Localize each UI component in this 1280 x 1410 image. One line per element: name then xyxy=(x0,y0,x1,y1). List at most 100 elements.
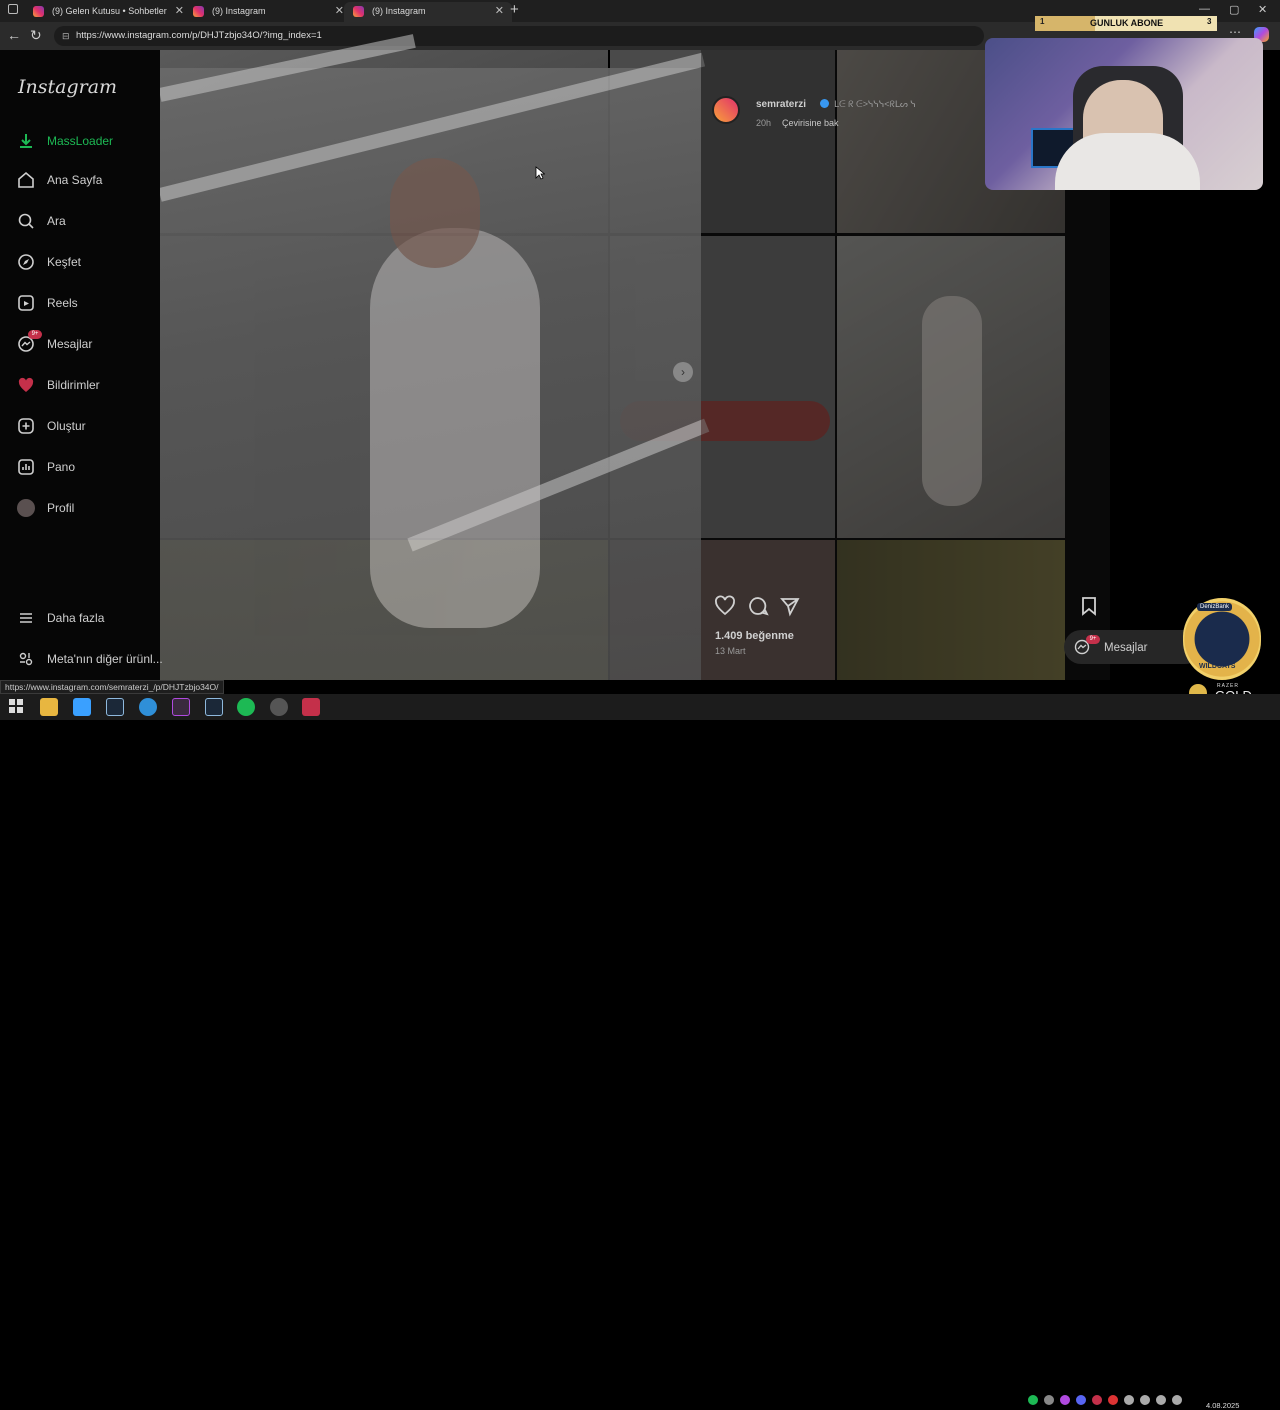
sidebar-item-messages[interactable]: 9+ Mesajlar xyxy=(16,330,156,356)
reels-icon xyxy=(18,295,34,311)
file-explorer-icon[interactable] xyxy=(40,698,58,716)
steam-icon[interactable] xyxy=(106,698,124,716)
tab-instagram-1[interactable]: (9) Instagram ✕ xyxy=(184,2,352,22)
author-username[interactable]: semraterzi xyxy=(756,99,806,110)
save-icon[interactable] xyxy=(1078,595,1100,617)
tab-gelen-kutusu[interactable]: (9) Gelen Kutusu • Sohbetler ✕ xyxy=(24,2,192,22)
close-tab-icon[interactable]: ✕ xyxy=(175,2,184,20)
sidebar-item-dashboard[interactable]: Pano xyxy=(16,455,156,479)
app-icon[interactable] xyxy=(302,698,320,716)
instagram-logo[interactable]: Instagram xyxy=(18,76,117,98)
reload-button[interactable]: ↻ xyxy=(30,27,42,44)
sidebar-item-label: Pano xyxy=(47,460,76,474)
instagram-favicon-icon xyxy=(353,6,364,17)
author-avatar[interactable] xyxy=(712,96,740,124)
sidebar-item-massloader[interactable]: MassLoader xyxy=(16,129,156,153)
sidebar-item-create[interactable]: Oluştur xyxy=(16,414,156,438)
app-icon[interactable] xyxy=(172,698,190,716)
tray-icon[interactable] xyxy=(1140,1395,1150,1405)
sidebar-item-label: MassLoader xyxy=(47,134,114,148)
back-button[interactable]: ← xyxy=(7,27,21,43)
sidebar-item-label: Meta'nın diğer ürünl... xyxy=(47,652,163,666)
post-time: 20h xyxy=(756,118,772,128)
sponsor-bank-label: DenizBank xyxy=(1197,603,1233,611)
spotify-icon[interactable] xyxy=(237,698,255,716)
steam-icon[interactable] xyxy=(205,698,223,716)
next-image-button[interactable]: › xyxy=(673,362,693,382)
start-icon[interactable] xyxy=(8,698,26,716)
tray-icon[interactable] xyxy=(1060,1395,1070,1405)
spotify-tray-icon[interactable] xyxy=(1028,1395,1038,1405)
sidebar-item-notifications[interactable]: Bildirimler xyxy=(16,373,156,397)
close-tab-icon[interactable]: ✕ xyxy=(335,2,344,20)
subscriber-goal-target: 3 xyxy=(1207,17,1212,26)
sidebar-item-search[interactable]: Ara xyxy=(16,209,156,233)
close-window-button[interactable]: ✕ xyxy=(1258,3,1267,16)
messages-badge: 9+ xyxy=(28,330,42,339)
tray-icon[interactable] xyxy=(1124,1395,1134,1405)
translate-link[interactable]: Çevirisine bak xyxy=(782,118,839,128)
post-image[interactable] xyxy=(158,34,710,680)
tab-actions-icon[interactable] xyxy=(8,4,18,14)
share-icon[interactable] xyxy=(779,595,801,617)
taskbar-date[interactable]: 4.08.2025 xyxy=(1206,1401,1239,1410)
volume-icon[interactable] xyxy=(1172,1395,1182,1405)
network-icon[interactable] xyxy=(1156,1395,1166,1405)
new-tab-button[interactable]: + xyxy=(510,1,519,18)
tray-icon[interactable] xyxy=(1044,1395,1054,1405)
sidebar-item-label: Bildirimler xyxy=(47,378,100,392)
post-date: 13 Mart xyxy=(715,646,746,656)
sidebar-item-home[interactable]: Ana Sayfa xyxy=(16,168,156,192)
instagram-favicon-icon xyxy=(33,6,44,17)
photo-subject xyxy=(370,228,540,628)
tray-icon[interactable] xyxy=(1108,1395,1118,1405)
subscriber-goal-current: 1 xyxy=(1040,17,1045,26)
webcam-shirt xyxy=(1055,133,1200,190)
menu-icon xyxy=(20,613,32,623)
like-count[interactable]: 1.409 beğenme xyxy=(715,630,794,642)
messages-pill-label: Mesajlar xyxy=(1104,642,1148,654)
verified-icon xyxy=(820,99,829,108)
sidebar-item-label: Mesajlar xyxy=(47,337,93,351)
sidebar-item-label: Oluştur xyxy=(47,419,86,433)
sidebar-more[interactable]: Daha fazla xyxy=(16,606,156,630)
download-icon xyxy=(20,134,32,148)
obs-icon[interactable] xyxy=(270,698,288,716)
url-text: https://www.instagram.com/p/DHJTzbjo34O/… xyxy=(76,30,322,41)
sidebar-item-label: Ara xyxy=(47,214,66,228)
maximize-button[interactable]: ▢ xyxy=(1229,3,1239,16)
like-icon[interactable] xyxy=(714,595,736,617)
discord-tray-icon[interactable] xyxy=(1076,1395,1086,1405)
cursor-icon xyxy=(535,166,545,180)
tab-label: (9) Instagram xyxy=(212,6,266,16)
compass-icon xyxy=(18,254,34,270)
search-icon xyxy=(18,213,34,229)
heart-icon xyxy=(18,377,34,392)
sidebar-meta-products[interactable]: Meta'nın diğer ürünl... xyxy=(16,647,166,671)
sidebar-item-label: Keşfet xyxy=(47,255,82,269)
taskbar: 4.08.2025 xyxy=(0,694,1280,1410)
tab-label: (9) Gelen Kutusu • Sohbetler xyxy=(52,6,167,16)
browser-menu-icon[interactable]: ⋯ xyxy=(1229,25,1241,39)
photo-subject-head xyxy=(390,158,480,268)
chart-icon xyxy=(18,459,34,475)
sidebar-item-label: Reels xyxy=(47,296,78,310)
comment-icon[interactable] xyxy=(747,595,769,617)
webcam-overlay xyxy=(985,38,1263,190)
minimize-button[interactable]: — xyxy=(1199,3,1210,15)
site-info-icon[interactable]: ⊟ xyxy=(62,26,70,46)
home-icon xyxy=(18,171,34,188)
sidebar-item-explore[interactable]: Keşfet xyxy=(16,250,156,274)
plus-icon xyxy=(18,418,34,434)
edge-icon[interactable] xyxy=(139,698,157,716)
sidebar-item-profile[interactable]: Profil xyxy=(16,496,156,520)
tray-icon[interactable] xyxy=(1092,1395,1102,1405)
tab-instagram-2[interactable]: (9) Instagram ✕ xyxy=(344,2,512,22)
store-icon[interactable] xyxy=(73,698,91,716)
sidebar: Instagram MassLoader Ana Sayfa Ara Keşfe… xyxy=(0,50,163,680)
close-tab-icon[interactable]: ✕ xyxy=(495,2,504,20)
sidebar-item-label: Profil xyxy=(47,501,75,515)
url-field[interactable]: ⊟ https://www.instagram.com/p/DHJTzbjo34… xyxy=(54,26,984,46)
sponsor-team-label: WILDCATS xyxy=(1199,663,1236,670)
sidebar-item-reels[interactable]: Reels xyxy=(16,291,156,315)
